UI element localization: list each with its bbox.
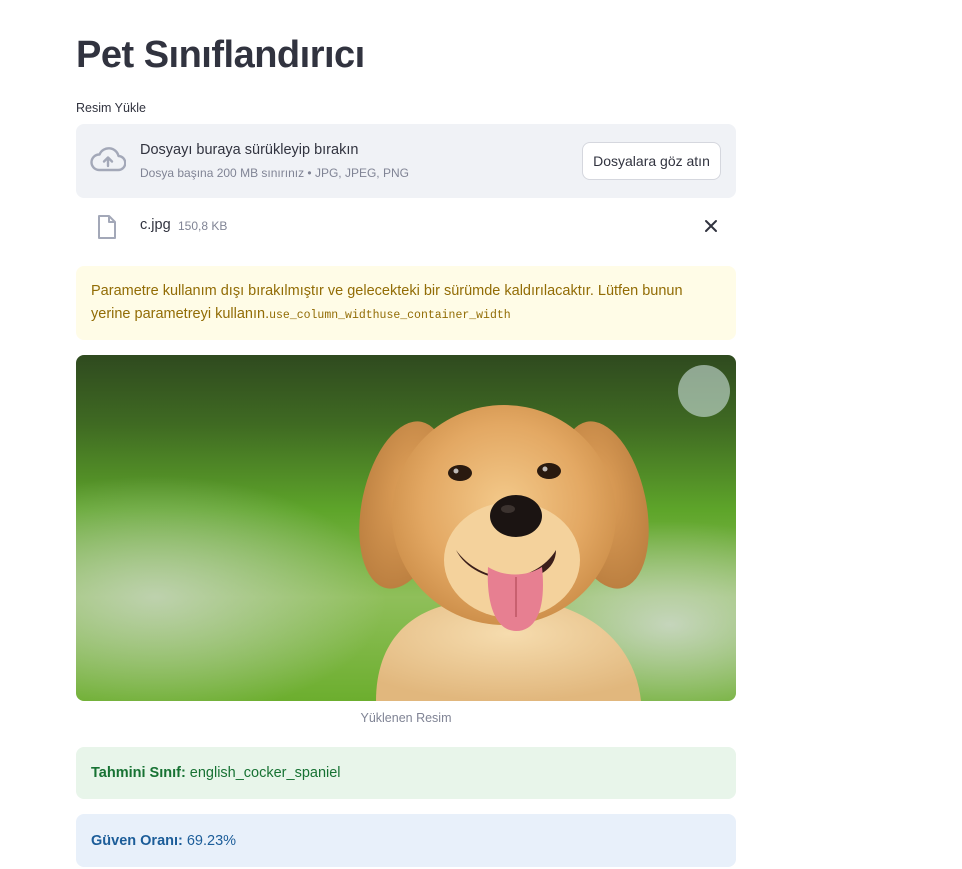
confidence-label: Güven Oranı: bbox=[91, 832, 183, 849]
image-caption: Yüklenen Resim bbox=[360, 711, 452, 725]
predicted-class-label: Tahmini Sınıf: bbox=[91, 765, 186, 781]
file-dropzone[interactable]: Dosyayı buraya sürükleyip bırakın Dosya … bbox=[76, 124, 736, 198]
cloud-upload-icon bbox=[90, 147, 126, 172]
file-name: c.jpg bbox=[140, 217, 171, 233]
confidence-info-alert: Güven Oranı: 69.23% bbox=[76, 814, 736, 867]
dog-photo bbox=[76, 355, 736, 701]
predicted-class-value: english_cocker_spaniel bbox=[189, 765, 341, 781]
browse-files-button[interactable]: Dosyalara göz atın bbox=[582, 142, 721, 180]
uploaded-image bbox=[76, 355, 736, 701]
uploader-label: Resim Yükle bbox=[76, 101, 146, 115]
warning-code: use_column_widthuse_container_width bbox=[269, 309, 511, 322]
dropzone-limit-text: Dosya başına 200 MB sınırınız • JPG, JPE… bbox=[140, 166, 409, 180]
file-icon bbox=[98, 215, 116, 239]
dropzone-instruction: Dosyayı buraya sürükleyip bırakın bbox=[140, 142, 359, 158]
page-title: Pet Sınıflandırıcı bbox=[76, 34, 365, 76]
prediction-success-alert: Tahmini Sınıf: english_cocker_spaniel bbox=[76, 747, 736, 799]
confidence-value: 69.23% bbox=[186, 832, 237, 849]
close-icon[interactable] bbox=[701, 216, 721, 236]
file-size: 150,8 KB bbox=[178, 219, 228, 233]
uploaded-file-item: c.jpg 150,8 KB bbox=[76, 206, 736, 246]
deprecation-warning: Parametre kullanım dışı bırakılmıştır ve… bbox=[76, 266, 736, 340]
